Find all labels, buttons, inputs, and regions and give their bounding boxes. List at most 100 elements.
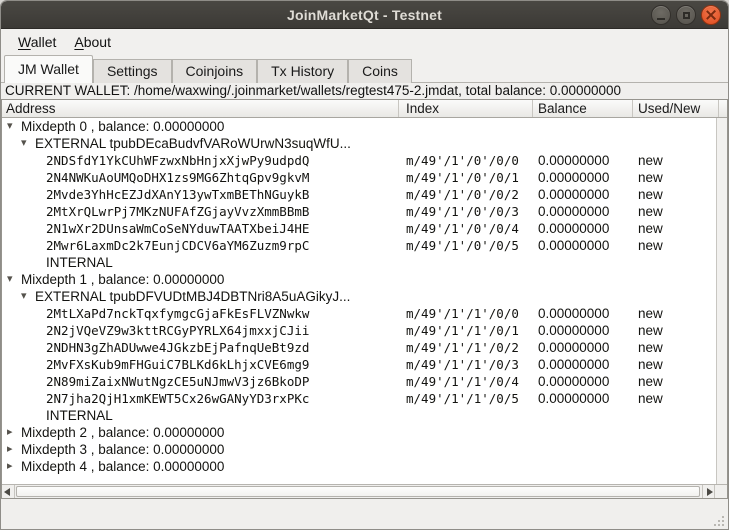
address-cell: 2N89miZaixNWutNgzCE5uNJmwV3jz6BkoDP: [2, 373, 399, 390]
tree-row[interactable]: INTERNAL: [2, 407, 727, 424]
tab-settings[interactable]: Settings: [93, 59, 172, 83]
expander-closed-icon[interactable]: ▸: [7, 441, 21, 458]
horizontal-scrollbar-thumb[interactable]: [16, 486, 700, 497]
address-text: 2N89miZaixNWutNgzCE5uNJmwV3jz6BkoDP: [46, 374, 309, 389]
close-button[interactable]: [701, 5, 721, 25]
tree-row[interactable]: 2N89miZaixNWutNgzCE5uNJmwV3jz6BkoDPm/49'…: [2, 373, 727, 390]
address-cell: ▾EXTERNAL tpubDEcaBudvfVARoWUrwN3suqWfU.…: [2, 135, 399, 152]
status-cell: [633, 424, 719, 441]
tree-row[interactable]: 2N2jVQeVZ9w3kttRCGyPYRLX64jmxxjCJiim/49'…: [2, 322, 727, 339]
tree-row[interactable]: 2N4NWKuAoUMQoDHX1zs9MG6ZhtqGpv9gkvMm/49'…: [2, 169, 727, 186]
tab-bar: JM Wallet Settings Coinjoins Tx History …: [1, 55, 728, 83]
index-cell: m/49'/1'/0'/0/2: [399, 186, 533, 203]
tree-row[interactable]: 2Mvde3YhHcEZJdXAnY13ywTxmBEThNGuykBm/49'…: [2, 186, 727, 203]
row-label: Mixdepth 0 , balance: 0.00000000: [21, 119, 224, 134]
horizontal-scrollbar[interactable]: [2, 484, 727, 498]
index-cell: m/49'/1'/1'/0/3: [399, 356, 533, 373]
tree-row[interactable]: 2N1wXr2DUnsaWmCoSeNYduwTAATXbeiJ4HE m/49'…: [2, 220, 727, 237]
address-cell: INTERNAL: [2, 407, 399, 424]
titlebar[interactable]: JoinMarketQt - Testnet: [1, 1, 728, 29]
expander-open-icon[interactable]: ▾: [21, 288, 35, 305]
tab-jm-wallet[interactable]: JM Wallet: [4, 55, 93, 83]
column-header-filler: [719, 100, 727, 117]
expander-open-icon[interactable]: ▾: [21, 135, 35, 152]
tab-coinjoins[interactable]: Coinjoins: [172, 59, 258, 83]
row-label: Mixdepth 2 , balance: 0.00000000: [21, 425, 224, 440]
row-label: EXTERNAL tpubDFVUDtMBJ4DBTNri8A5uAGikyJ.…: [35, 289, 350, 304]
tree-row[interactable]: 2MtXrQLwrPj7MKzNUFAfZGjayVvzXmmBBmBm/49'…: [2, 203, 727, 220]
index-cell: m/49'/1'/0'/0/5: [399, 237, 533, 254]
status-cell: [633, 441, 719, 458]
index-cell: [399, 135, 533, 152]
menu-wallet[interactable]: Wallet: [9, 31, 65, 53]
tree-row[interactable]: ▾Mixdepth 0 , balance: 0.00000000: [2, 118, 727, 135]
column-header-address[interactable]: Address: [2, 100, 399, 117]
address-cell: 2MvFXsKub9mFHGuiC7BLKd6kLhjxCVE6mg9: [2, 356, 399, 373]
expander-closed-icon[interactable]: ▸: [7, 424, 21, 441]
tree-row[interactable]: ▾EXTERNAL tpubDFVUDtMBJ4DBTNri8A5uAGikyJ…: [2, 288, 727, 305]
status-cell: new: [633, 237, 719, 254]
status-cell: new: [633, 169, 719, 186]
minimize-button[interactable]: [651, 5, 671, 25]
tree-row[interactable]: 2N7jha2QjH1xmKEWT5Cx26wGANyYD3rxPKcm/49'…: [2, 390, 727, 407]
scroll-right-button[interactable]: [702, 485, 715, 498]
tree-row[interactable]: 2MtLXaPd7nckTqxfymgcGjaFkEsFLVZNwkwm/49'…: [2, 305, 727, 322]
app-window: JoinMarketQt - Testnet Wallet About JM W…: [0, 0, 729, 530]
status-bar: [1, 499, 728, 529]
column-header-used-new[interactable]: Used/New: [633, 100, 719, 117]
expander-closed-icon[interactable]: ▸: [7, 458, 21, 475]
index-cell: m/49'/1'/1'/0/1: [399, 322, 533, 339]
index-cell: [399, 254, 533, 271]
window-controls: [651, 5, 721, 25]
wallet-tree: Address Index Balance Used/New ▾Mixdepth…: [1, 99, 728, 499]
tree-row[interactable]: ▸Mixdepth 4 , balance: 0.00000000: [2, 458, 727, 475]
vertical-scrollbar[interactable]: [716, 118, 727, 484]
address-cell: 2NDSfdY1YkCUhWFzwxNbHnjxXjwPy9udpdQ: [2, 152, 399, 169]
index-cell: [399, 288, 533, 305]
balance-cell: 0.00000000: [533, 322, 633, 339]
status-cell: [633, 254, 719, 271]
tree-row[interactable]: ▾Mixdepth 1 , balance: 0.00000000: [2, 271, 727, 288]
status-cell: new: [633, 322, 719, 339]
status-cell: new: [633, 220, 719, 237]
menubar: Wallet About: [1, 29, 728, 55]
address-text: 2N1wXr2DUnsaWmCoSeNYduwTAATXbeiJ4HE: [46, 221, 309, 236]
tree-row[interactable]: 2Mwr6LaxmDc2k7EunjCDCV6aYM6Zuzm9rpC m/49'…: [2, 237, 727, 254]
index-cell: m/49'/1'/0'/0/4: [399, 220, 533, 237]
tab-coins[interactable]: Coins: [348, 59, 412, 83]
tree-row[interactable]: 2NDHN3gZhADUwwe4JGkzbEjPafnqUeBt9zdm/49'…: [2, 339, 727, 356]
tree-row[interactable]: 2MvFXsKub9mFHGuiC7BLKd6kLhjxCVE6mg9m/49'…: [2, 356, 727, 373]
tab-tx-history[interactable]: Tx History: [257, 59, 348, 83]
tree-row[interactable]: ▾EXTERNAL tpubDEcaBudvfVARoWUrwN3suqWfU.…: [2, 135, 727, 152]
menu-about[interactable]: About: [65, 31, 120, 53]
tree-row[interactable]: ▸Mixdepth 2 , balance: 0.00000000: [2, 424, 727, 441]
index-cell: [399, 407, 533, 424]
address-cell: ▸Mixdepth 2 , balance: 0.00000000: [2, 424, 399, 441]
scroll-left-button[interactable]: [2, 485, 15, 498]
balance-cell: [533, 271, 633, 288]
address-text: 2N7jha2QjH1xmKEWT5Cx26wGANyYD3rxPKc: [46, 391, 309, 406]
balance-cell: 0.00000000: [533, 356, 633, 373]
balance-cell: [533, 118, 633, 135]
tree-row[interactable]: ▸Mixdepth 3 , balance: 0.00000000: [2, 441, 727, 458]
index-cell: [399, 271, 533, 288]
address-cell: 2N4NWKuAoUMQoDHX1zs9MG6ZhtqGpv9gkvM: [2, 169, 399, 186]
address-cell: ▾EXTERNAL tpubDFVUDtMBJ4DBTNri8A5uAGikyJ…: [2, 288, 399, 305]
expander-open-icon[interactable]: ▾: [7, 118, 21, 135]
address-text: 2Mwr6LaxmDc2k7EunjCDCV6aYM6Zuzm9rpC: [46, 238, 309, 253]
status-cell: [633, 118, 719, 135]
expander-open-icon[interactable]: ▾: [7, 271, 21, 288]
status-cell: [633, 458, 719, 475]
index-cell: m/49'/1'/1'/0/0: [399, 305, 533, 322]
tree-row[interactable]: 2NDSfdY1YkCUhWFzwxNbHnjxXjwPy9udpdQm/49'…: [2, 152, 727, 169]
tree-row[interactable]: INTERNAL: [2, 254, 727, 271]
address-cell: INTERNAL: [2, 254, 399, 271]
address-cell: ▸Mixdepth 3 , balance: 0.00000000: [2, 441, 399, 458]
column-header-balance[interactable]: Balance: [533, 100, 633, 117]
maximize-button[interactable]: [676, 5, 696, 25]
resize-grip[interactable]: [711, 513, 724, 526]
index-cell: m/49'/1'/0'/0/3: [399, 203, 533, 220]
column-header-index[interactable]: Index: [399, 100, 533, 117]
address-cell: ▾Mixdepth 1 , balance: 0.00000000: [2, 271, 399, 288]
row-label: INTERNAL: [46, 408, 113, 423]
